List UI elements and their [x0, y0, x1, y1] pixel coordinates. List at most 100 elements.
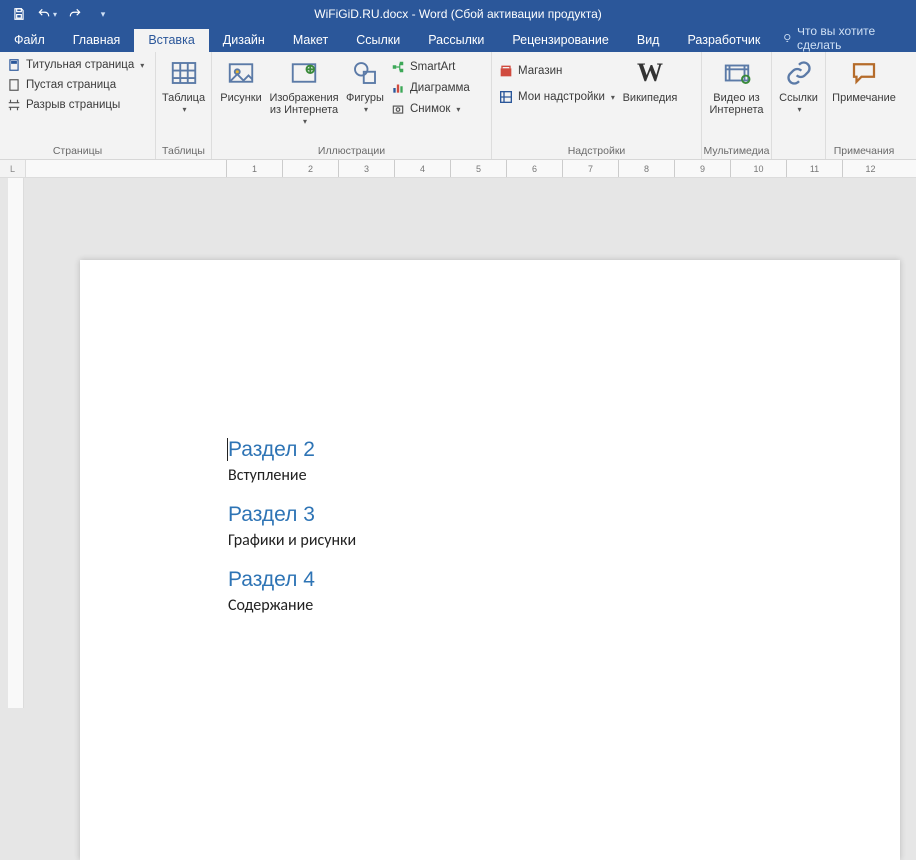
link-icon	[783, 57, 815, 89]
online-pictures-label: Изображения из Интернета	[269, 92, 338, 116]
table-icon	[168, 57, 200, 89]
comment-button[interactable]: Примечание	[830, 55, 898, 106]
chart-icon	[390, 80, 406, 96]
tab-review[interactable]: Рецензирование	[498, 29, 623, 52]
group-addins-label: Надстройки	[492, 145, 701, 157]
store-button[interactable]: Магазин	[496, 61, 616, 81]
video-icon	[721, 57, 753, 89]
ruler-mark: 3	[338, 160, 394, 178]
smartart-label: SmartArt	[410, 61, 455, 73]
title-bar: ▾ ▾ WiFiGiD.RU.docx - Word (Сбой активац…	[0, 0, 916, 28]
horizontal-ruler[interactable]: 123456789101112	[26, 160, 916, 178]
shapes-icon	[349, 57, 381, 89]
pictures-button[interactable]: Рисунки	[216, 55, 266, 106]
screenshot-button[interactable]: Снимок▾	[388, 99, 472, 119]
online-video-button[interactable]: Видео из Интернета	[706, 55, 767, 118]
window-title: WiFiGiD.RU.docx - Word (Сбой активации п…	[314, 7, 601, 21]
ruler-mark: 12	[842, 160, 898, 178]
page-break-label: Разрыв страницы	[26, 99, 120, 111]
links-button[interactable]: Ссылки ▾	[776, 55, 821, 118]
tab-references[interactable]: Ссылки	[342, 29, 414, 52]
ruler-mark: 11	[786, 160, 842, 178]
ruler-mark: 8	[618, 160, 674, 178]
paragraph-1: Вступление	[228, 466, 760, 485]
paragraph-3: Содержание	[228, 596, 760, 615]
ruler-mark: 6	[506, 160, 562, 178]
blank-page-button[interactable]: Пустая страница	[4, 75, 151, 95]
pictures-label: Рисунки	[220, 92, 262, 104]
my-addins-icon	[498, 89, 514, 105]
tab-home[interactable]: Главная	[59, 29, 135, 52]
cover-page-icon	[6, 57, 22, 73]
wikipedia-button[interactable]: W Википедия	[616, 55, 684, 106]
group-illustrations-label: Иллюстрации	[212, 145, 491, 157]
cover-page-button[interactable]: Титульная страница▾	[4, 55, 151, 75]
tab-developer[interactable]: Разработчик	[673, 29, 774, 52]
page-break-button[interactable]: Разрыв страницы	[4, 95, 151, 115]
group-media: Видео из Интернета Мультимедиа	[702, 52, 772, 159]
ruler-mark: 10	[730, 160, 786, 178]
qat-customize[interactable]: ▾	[90, 2, 116, 26]
save-button[interactable]	[6, 2, 32, 26]
vertical-ruler[interactable]	[8, 178, 24, 708]
store-icon	[498, 63, 514, 79]
ruler-mark: 7	[562, 160, 618, 178]
table-button[interactable]: Таблица ▾	[160, 55, 207, 118]
page-break-icon	[6, 97, 22, 113]
ruler-mark: 2	[282, 160, 338, 178]
my-addins-button[interactable]: Мои надстройки▾	[496, 87, 616, 107]
links-label: Ссылки	[779, 92, 818, 104]
screenshot-label: Снимок	[410, 103, 450, 115]
tab-insert[interactable]: Вставка	[134, 29, 208, 52]
group-pages-label: Страницы	[0, 145, 155, 157]
tab-design[interactable]: Дизайн	[209, 29, 279, 52]
smartart-button[interactable]: SmartArt	[388, 57, 472, 77]
group-tables-label: Таблицы	[156, 145, 211, 157]
heading-2: Раздел 3	[228, 503, 760, 527]
tell-me-search[interactable]: Что вы хотите сделать	[774, 24, 916, 52]
workspace: L 123456789101112 Раздел 2 Вступление Ра…	[0, 160, 916, 708]
heading-3: Раздел 4	[228, 568, 760, 592]
group-illustrations: Рисунки Изображения из Интернета ▾ Фигур…	[212, 52, 492, 159]
ribbon-tabs: Файл Главная Вставка Дизайн Макет Ссылки…	[0, 28, 916, 52]
blank-page-icon	[6, 77, 22, 93]
pictures-icon	[225, 57, 257, 89]
group-links: Ссылки ▾	[772, 52, 826, 159]
undo-button[interactable]: ▾	[34, 2, 60, 26]
group-pages: Титульная страница▾ Пустая страница Разр…	[0, 52, 156, 159]
group-tables: Таблица ▾ Таблицы	[156, 52, 212, 159]
ruler-mark: 9	[674, 160, 730, 178]
group-media-label: Мультимедиа	[702, 145, 771, 157]
chart-button[interactable]: Диаграмма	[388, 78, 472, 98]
comment-label: Примечание	[832, 92, 896, 104]
ruler-mark: 5	[450, 160, 506, 178]
video-label: Видео из Интернета	[710, 92, 764, 116]
shapes-button[interactable]: Фигуры ▾	[342, 55, 388, 118]
shapes-label: Фигуры	[346, 92, 384, 104]
blank-page-label: Пустая страница	[26, 79, 116, 91]
online-pictures-button[interactable]: Изображения из Интернета ▾	[266, 55, 342, 130]
online-pictures-icon	[288, 57, 320, 89]
my-addins-label: Мои надстройки	[518, 91, 605, 103]
heading-1: Раздел 2	[228, 438, 760, 462]
wikipedia-icon: W	[634, 57, 666, 89]
store-label: Магазин	[518, 65, 562, 77]
tab-mailings[interactable]: Рассылки	[414, 29, 498, 52]
ruler-mark: 1	[226, 160, 282, 178]
tab-file[interactable]: Файл	[0, 29, 59, 52]
tab-view[interactable]: Вид	[623, 29, 674, 52]
quick-access-toolbar: ▾ ▾	[0, 2, 116, 26]
smartart-icon	[390, 59, 406, 75]
document-page[interactable]: Раздел 2 Вступление Раздел 3 Графики и р…	[80, 260, 900, 860]
tab-layout[interactable]: Макет	[279, 29, 342, 52]
paragraph-2: Графики и рисунки	[228, 531, 760, 550]
redo-button[interactable]	[62, 2, 88, 26]
wikipedia-label: Википедия	[623, 92, 678, 104]
group-comments-label: Примечания	[826, 145, 902, 157]
group-addins: Магазин Мои надстройки▾ W Википедия Надс…	[492, 52, 702, 159]
ruler-mark: 4	[394, 160, 450, 178]
screenshot-icon	[390, 101, 406, 117]
table-label: Таблица	[162, 92, 205, 104]
ribbon: Титульная страница▾ Пустая страница Разр…	[0, 52, 916, 160]
cover-page-label: Титульная страница	[26, 59, 134, 71]
